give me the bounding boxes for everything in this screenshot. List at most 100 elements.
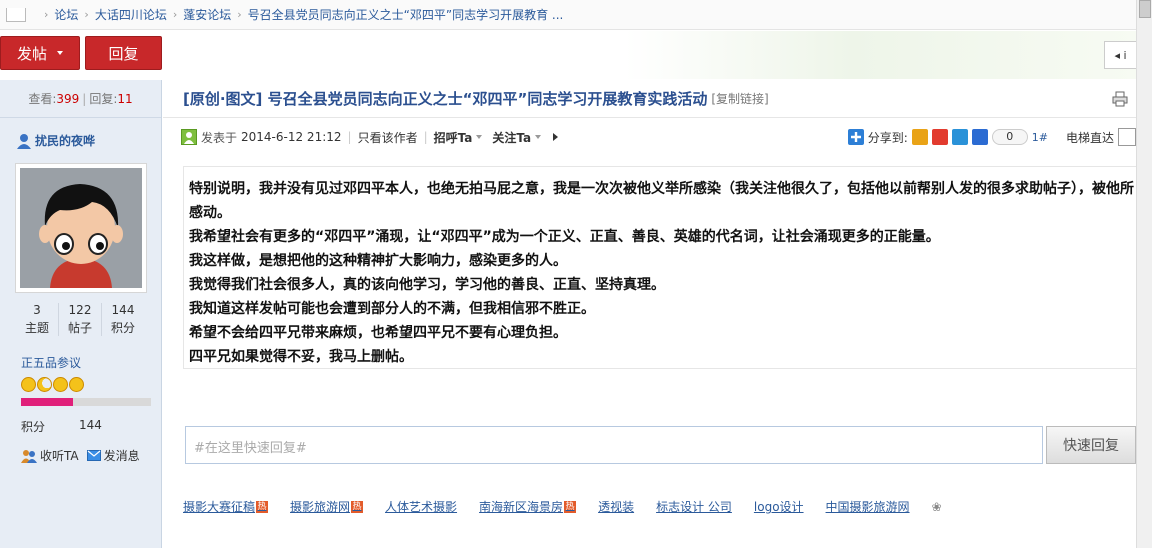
chevron-right-icon[interactable]: [553, 133, 559, 141]
rank-stars: [21, 377, 161, 392]
breadcrumb-current-thread[interactable]: 号召全县党员同志向正义之士“邓四平”同志学习开展教育 ...: [248, 6, 564, 23]
ad-link[interactable]: logo设计: [754, 498, 804, 515]
chevron-down-icon[interactable]: [476, 135, 483, 139]
send-message-label: 发消息: [103, 449, 140, 463]
online-status-icon: [181, 129, 197, 145]
ad-link-label: 标志设计 公司: [656, 500, 732, 514]
share-bar: 分享到: 0 1# 电梯直达: [847, 128, 1136, 146]
paw-icon: ❀: [931, 499, 942, 514]
share-plus-icon: [847, 129, 864, 145]
replies-count: 11: [117, 91, 133, 106]
stat-label: 积分: [110, 321, 135, 335]
ad-link[interactable]: 透视装: [598, 498, 634, 515]
ad-link[interactable]: 标志设计 公司: [656, 498, 732, 515]
post-paragraph: 特别说明，我并没有见过邓四平本人，也绝无拍马屁之意，我是一次次被他义举所感染（我…: [189, 181, 1134, 221]
elevator-input[interactable]: [1118, 128, 1136, 146]
only-author-link[interactable]: 只看该作者: [358, 129, 418, 146]
stat-threads[interactable]: 3 主题: [16, 303, 58, 336]
thread-stats: 查看: 399 | 回复: 11: [0, 80, 161, 118]
ad-links: 摄影大赛征稿热 摄影旅游网热 人体艺术摄影 南海新区海景房热 透视装 标志设计 …: [183, 498, 942, 515]
stat-points[interactable]: 144 积分: [101, 303, 144, 336]
post-paragraph: 我觉得我们社会很多人，真的该向他学习，学习他的善良、正直、坚持真理。: [189, 277, 665, 293]
post-paragraph: 我这样做，是想把他的这种精神扩大影响力，感染更多的人。: [189, 253, 567, 269]
share-label[interactable]: 分享到:: [868, 129, 908, 146]
moon-icon: [37, 377, 52, 392]
author-line: 扰民的夜哗: [0, 118, 161, 149]
post-paragraph: 我知道这样发帖可能也会遭到部分人的不满，但我相信邪不胜正。: [189, 301, 595, 317]
breadcrumb-separator: ›: [44, 8, 49, 21]
new-post-button[interactable]: 发帖: [0, 36, 80, 70]
stat-value: 122: [68, 303, 92, 317]
quick-reply-button[interactable]: 快速回复: [1046, 426, 1136, 464]
quick-reply-input[interactable]: #在这里快速回复#: [185, 426, 1043, 464]
home-tab-icon[interactable]: [6, 7, 26, 22]
ad-link-label: 人体艺术摄影: [385, 500, 458, 514]
chevron-down-icon[interactable]: [535, 135, 542, 139]
previous-thread-button[interactable]: ◂ i: [1104, 41, 1136, 69]
thread-toolbar: 发帖 回复 ◂ i: [0, 31, 1136, 79]
renren-icon[interactable]: [971, 129, 988, 145]
post-main: [原创·图文] 号召全县党员同志向正义之士“邓四平”同志学习开展教育实践活动 […: [163, 80, 1136, 548]
views-label: 查看:: [28, 92, 57, 106]
follow-link[interactable]: 关注Ta: [492, 129, 531, 146]
breadcrumb-sichuan[interactable]: 大话四川论坛: [95, 6, 167, 23]
qzone-star-icon[interactable]: [911, 129, 928, 145]
post-meta: 发表于 2014-6-12 21:12 | 只看该作者 | 招呼Ta 关注Ta …: [163, 118, 1136, 156]
breadcrumb-separator: ›: [237, 8, 242, 21]
quick-reply-button-label: 快速回复: [1063, 438, 1119, 454]
replies-label: 回复:: [89, 92, 118, 106]
stats-divider: |: [82, 91, 87, 106]
points-row: 积分 144: [21, 418, 161, 435]
points-label: 积分: [21, 420, 46, 434]
envelope-icon: [86, 450, 101, 461]
breadcrumb-separator: ›: [172, 8, 178, 21]
weibo-icon[interactable]: [931, 129, 948, 145]
star-icon: [69, 377, 84, 392]
online-user-icon: [17, 133, 31, 149]
ad-link[interactable]: 人体艺术摄影: [385, 498, 457, 515]
stat-label: 帖子: [67, 321, 92, 335]
post-paragraph: 四平兄如果觉得不妥，我马上删帖。: [189, 349, 413, 365]
share-count: 0: [991, 129, 1028, 145]
post-title-bar: [原创·图文] 号召全县党员同志向正义之士“邓四平”同志学习开展教育实践活动 […: [163, 80, 1136, 118]
avatar[interactable]: [15, 163, 147, 293]
breadcrumb-pengan[interactable]: 蓬安论坛: [183, 6, 231, 23]
user-rank[interactable]: 正五品参议: [21, 354, 161, 371]
follow-author-link[interactable]: 收听TA: [21, 447, 79, 464]
reply-button[interactable]: 回复: [85, 36, 162, 70]
stat-value: 144: [111, 303, 135, 317]
posted-label: 发表于: [201, 130, 238, 145]
breadcrumb-separator: ›: [84, 8, 89, 21]
hot-badge-icon: 热: [351, 500, 364, 513]
stat-value: 3: [33, 303, 41, 317]
post-paragraph: 希望不会给四平兄带来麻烦，也希望四平兄不要有心理负担。: [189, 325, 567, 341]
ad-link[interactable]: 摄影旅游网热: [290, 498, 364, 515]
rank-progress-bar: [21, 398, 151, 406]
vertical-scrollbar[interactable]: [1136, 0, 1152, 548]
user-stats: 3 主题 122 帖子 144 积分: [16, 303, 144, 336]
star-icon: [53, 377, 68, 392]
points-value: 144: [79, 418, 102, 432]
floor-number[interactable]: 1#: [1032, 131, 1048, 144]
author-name[interactable]: 扰民的夜哗: [35, 132, 95, 149]
scrollbar-thumb[interactable]: [1139, 0, 1151, 18]
copy-link-button[interactable]: [复制链接]: [711, 90, 768, 107]
ad-link-label: 透视装: [598, 500, 635, 514]
rank-progress-fill: [21, 398, 73, 406]
greet-link[interactable]: 招呼Ta: [434, 129, 473, 146]
ad-link[interactable]: 摄影大赛征稿热: [183, 498, 269, 515]
tencent-weibo-icon[interactable]: [951, 129, 968, 145]
author-actions: 收听TA 发消息: [21, 447, 161, 464]
ad-link[interactable]: 南海新区海景房热: [479, 498, 577, 515]
author-sidebar: 查看: 399 | 回复: 11 扰民的夜哗 3 主题 122 帖子 144 积…: [0, 80, 162, 548]
breadcrumb-forum[interactable]: 论坛: [54, 6, 78, 23]
send-message-link[interactable]: 发消息: [86, 447, 140, 464]
views-count: 399: [56, 91, 80, 106]
quick-reply-placeholder: #在这里快速回复#: [194, 441, 307, 456]
ad-link[interactable]: 中国摄影旅游网: [826, 498, 910, 515]
print-icon[interactable]: [1112, 91, 1128, 107]
post-body: 特别说明，我并没有见过邓四平本人，也绝无拍马屁之意，我是一次次被他义举所感染（我…: [183, 166, 1136, 369]
stat-posts[interactable]: 122 帖子: [58, 303, 101, 336]
reply-label: 回复: [108, 44, 139, 63]
sun-icon: [21, 377, 36, 392]
